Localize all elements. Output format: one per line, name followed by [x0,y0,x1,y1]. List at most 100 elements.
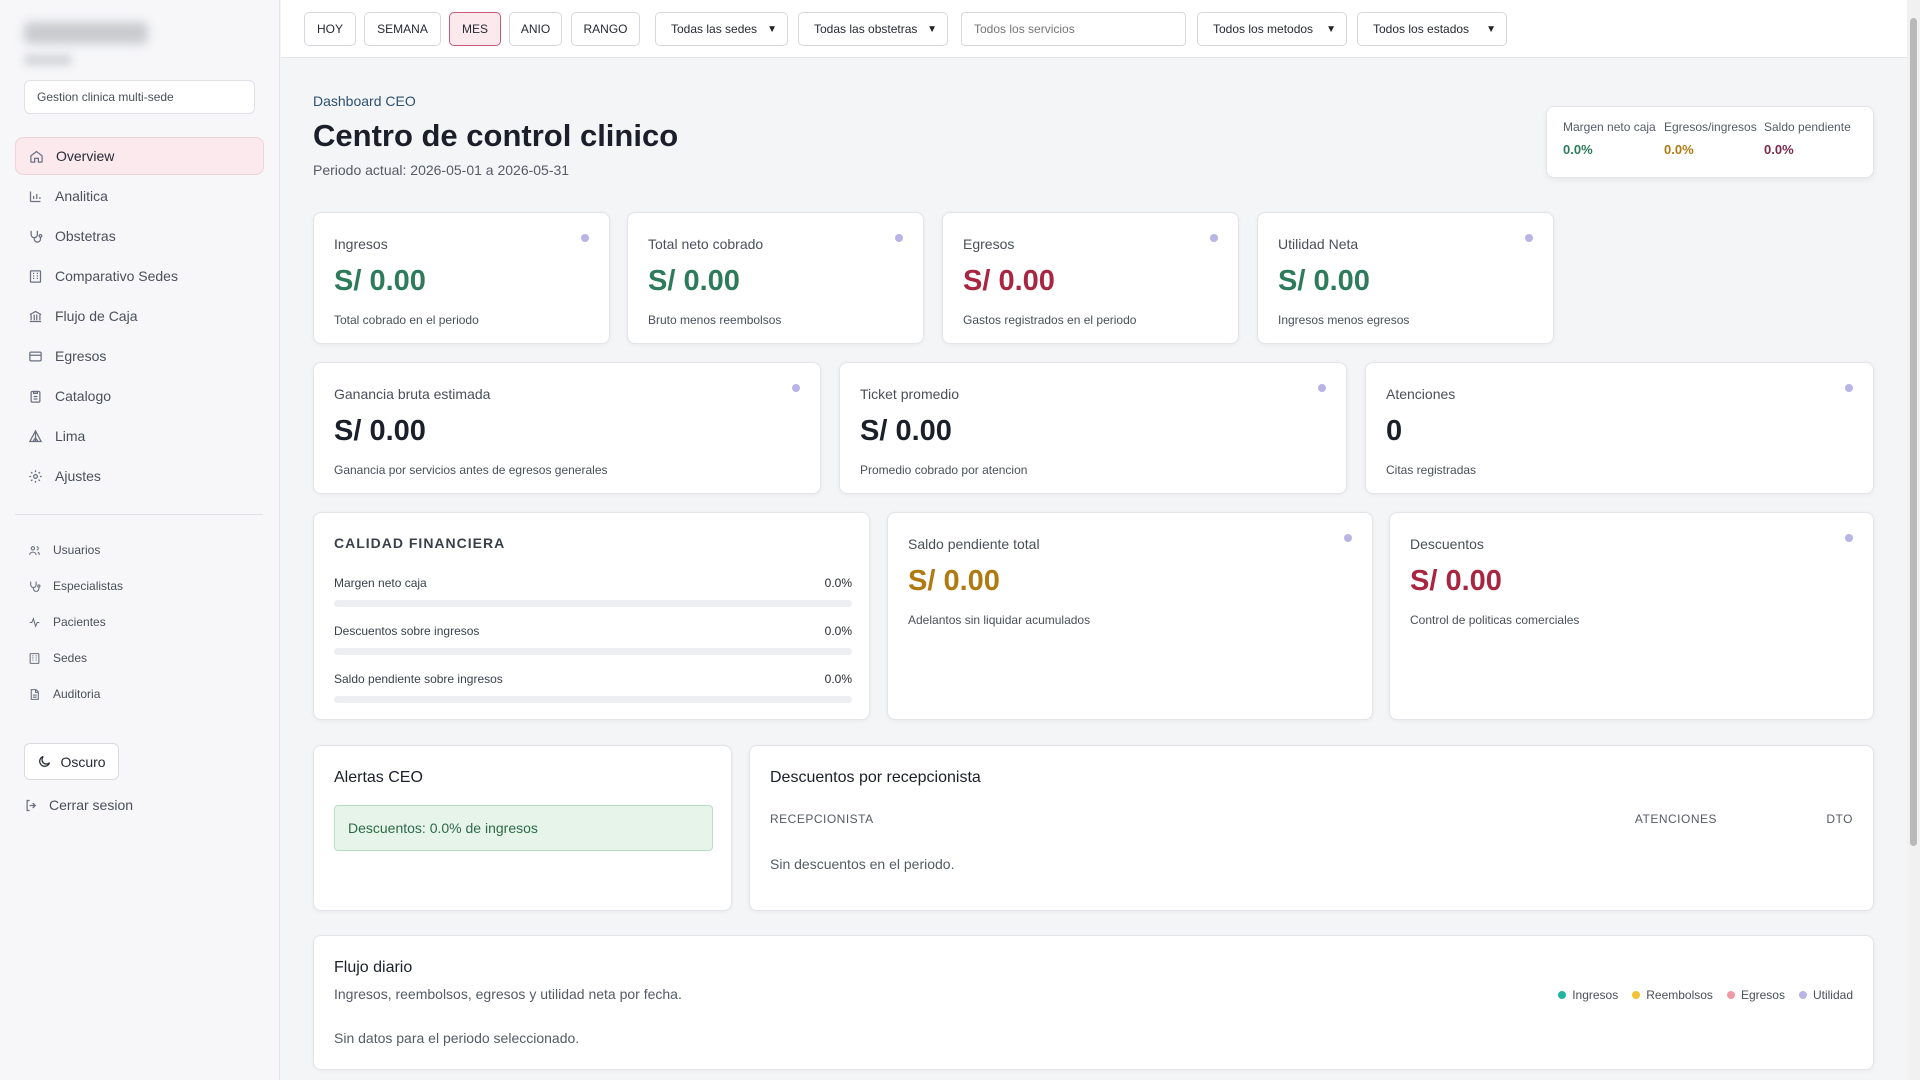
nav-item-analitica[interactable]: Analitica [15,177,264,215]
summary-value: 0.0% [1664,142,1694,157]
stethoscope-icon [27,228,43,244]
range-semana-button[interactable]: SEMANA [364,12,441,46]
kpi-value: S/ 0.00 [908,565,1000,597]
range-rango-button[interactable]: RANGO [571,12,640,46]
flujo-diario-card: Flujo diario Ingresos, reembolsos, egres… [313,935,1874,1070]
period-label: Periodo actual: 2026-05-01 a 2026-05-31 [313,162,570,178]
dark-mode-label: Oscuro [60,753,106,770]
obstetras-select[interactable]: Todas las obstetras ▼ [798,12,948,46]
legend-swatch [1798,991,1807,999]
status-dot [1525,234,1533,242]
nav-item-comparativo-sedes[interactable]: Comparativo Sedes [15,257,264,295]
kpi-value: S/ 0.00 [334,415,426,447]
nav-label: Overview [56,148,115,164]
kpi-card-utilidad-neta: Utilidad Neta S/ 0.00 Ingresos menos egr… [1257,212,1554,344]
moon-icon [37,754,52,769]
subnav-item-auditoria[interactable]: Auditoria [15,676,264,712]
summary-egresos: Egresos/ingresos 0.0% [1664,120,1757,157]
subnav-label: Usuarios [53,543,101,557]
brand-subtitle-blurred [24,54,72,66]
status-dot [1344,534,1352,542]
legend-label: Utilidad [1812,988,1853,1002]
kpi-value: S/ 0.00 [963,265,1055,297]
tent-icon [27,428,43,444]
nav-label: Ajustes [55,468,101,484]
filter-bar: HOY SEMANA MES ANIO RANGO Todas las sede… [281,0,1907,58]
nav-label: Obstetras [55,228,116,244]
subnav-label: Especialistas [53,579,124,593]
status-dot [895,234,903,242]
metodos-select[interactable]: Todos los metodos ▼ [1197,12,1347,46]
calidad-row-margen: Margen neto caja 0.0% [334,576,852,607]
dark-mode-button[interactable]: Oscuro [24,743,119,780]
kpi-title: Egresos [963,236,1015,252]
subnav-item-sedes[interactable]: Sedes [15,640,264,676]
kpi-desc: Ganancia por servicios antes de egresos … [334,463,608,477]
kpi-title: Total neto cobrado [648,236,764,252]
scrollbar-thumb[interactable] [1910,18,1917,846]
servicios-input[interactable] [961,12,1186,46]
kpi-card-ganancia-bruta: Ganancia bruta estimada S/ 0.00 Ganancia… [313,362,821,494]
building-icon [27,651,41,665]
sidebar: Gestion clinica multi-sede Overview Anal… [0,0,280,1080]
kpi-desc: Promedio cobrado por atencion [860,463,1028,477]
status-dot [1845,534,1853,542]
range-hoy-button[interactable]: HOY [304,12,356,46]
calidad-row-descuentos: Descuentos sobre ingresos 0.0% [334,624,852,655]
context-chip: Gestion clinica multi-sede [24,80,255,114]
status-dot [1318,384,1326,392]
nav-item-ajustes[interactable]: Ajustes [15,457,264,495]
status-dot [1210,234,1218,242]
nav-label: Catalogo [55,388,112,404]
sedes-select[interactable]: Todas las sedes ▼ [655,12,788,46]
table-title: Descuentos por recepcionista [770,769,981,786]
nav-label: Flujo de Caja [55,308,138,324]
range-mes-button[interactable]: MES [449,12,501,46]
summary-card: Margen neto caja 0.0% Egresos/ingresos 0… [1546,106,1874,178]
kpi-value: S/ 0.00 [334,265,426,297]
kpi-title: Ticket promedio [860,386,960,402]
progress-bar [334,696,852,703]
subnav-item-especialistas[interactable]: Especialistas [15,568,264,604]
bank-icon [27,308,43,324]
obstetras-select-value: Todas las obstetras [814,22,918,36]
kpi-card-ingresos: Ingresos S/ 0.00 Total cobrado en el per… [313,212,610,344]
brand-logo-blurred [24,22,148,44]
calidad-title: CALIDAD FINANCIERA [334,535,506,551]
alert-message: Descuentos: 0.0% de ingresos [334,805,713,851]
column-header-atenciones[interactable]: ATENCIONES [1635,812,1717,826]
subnav-item-usuarios[interactable]: Usuarios [15,532,264,568]
nav-item-egresos[interactable]: Egresos [15,337,264,375]
status-dot [581,234,589,242]
column-header-dto[interactable]: DTO [1826,812,1853,826]
kpi-card-saldo-pendiente: Saldo pendiente total S/ 0.00 Adelantos … [887,512,1373,720]
kpi-card-ticket-promedio: Ticket promedio S/ 0.00 Promedio cobrado… [839,362,1347,494]
column-header-recepcionista[interactable]: RECEPCIONISTA [770,812,874,826]
summary-label: Margen neto caja [1563,120,1656,134]
legend-label: Egresos [1740,988,1785,1002]
nav-item-obstetras[interactable]: Obstetras [15,217,264,255]
activity-icon [27,615,41,629]
table-empty-message: Sin descuentos en el periodo. [770,856,955,872]
kpi-title: Descuentos [1410,536,1484,552]
nav-item-catalogo[interactable]: Catalogo [15,377,264,415]
document-icon [27,687,41,701]
kpi-title: Utilidad Neta [1278,236,1359,252]
legend-swatch [1632,991,1641,999]
subnav-item-pacientes[interactable]: Pacientes [15,604,264,640]
nav-item-lima[interactable]: Lima [15,417,264,455]
summary-margen: Margen neto caja 0.0% [1563,120,1656,157]
page-scrollbar[interactable] [1907,0,1920,1080]
summary-saldo: Saldo pendiente 0.0% [1764,120,1851,157]
clipboard-icon [27,388,43,404]
nav-item-overview[interactable]: Overview [15,137,264,175]
estados-select[interactable]: Todos los estados ▼ [1357,12,1507,46]
status-dot [792,384,800,392]
calidad-financiera-card: CALIDAD FINANCIERA Margen neto caja 0.0%… [313,512,870,720]
kpi-title: Ingresos [334,236,388,252]
logout-button[interactable]: Cerrar sesion [24,797,133,813]
kpi-value: 0 [1386,415,1403,447]
summary-label: Saldo pendiente [1764,120,1851,134]
nav-item-flujo-de-caja[interactable]: Flujo de Caja [15,297,264,335]
range-anio-button[interactable]: ANIO [509,12,562,46]
